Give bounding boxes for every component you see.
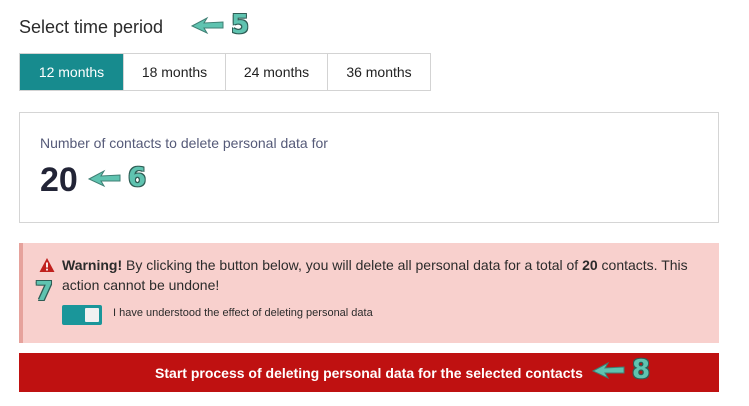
callout-6: 6: [86, 163, 146, 193]
callout-5: 5: [189, 10, 249, 40]
arrow-left-icon: [87, 169, 121, 188]
contacts-card: Number of contacts to delete personal da…: [19, 112, 719, 223]
callout-number: 7: [35, 277, 54, 307]
arrow-left-icon: [190, 16, 224, 35]
section-title: Select time period: [19, 17, 164, 37]
contacts-count: 20: [40, 161, 78, 199]
toggle-label: I have understood the effect of deleting…: [113, 307, 373, 319]
warning-count: 20: [582, 257, 598, 273]
warning-triangle-icon: [39, 258, 55, 272]
callout-number: 6: [128, 163, 147, 193]
tab-18-months[interactable]: 18 months: [123, 54, 225, 90]
start-delete-button-label: Start process of deleting personal data …: [155, 365, 583, 381]
toggle-knob: [85, 308, 99, 322]
callout-7: 7: [35, 277, 53, 307]
callout-number: 8: [632, 355, 651, 385]
warning-text: Warning! By clicking the button below, y…: [62, 255, 702, 295]
page: Select time period 5 12 months 18 months…: [0, 0, 749, 406]
warning-box: Warning! By clicking the button below, y…: [19, 243, 719, 343]
tab-24-months[interactable]: 24 months: [225, 54, 327, 90]
arrow-left-icon: [591, 361, 625, 380]
warning-text-part: By clicking the button below, you will d…: [122, 257, 583, 273]
callout-8: 8: [590, 355, 650, 385]
warning-strong: Warning!: [62, 257, 123, 273]
tab-12-months[interactable]: 12 months: [20, 54, 123, 90]
contacts-label: Number of contacts to delete personal da…: [40, 135, 328, 151]
callout-number: 5: [231, 10, 250, 40]
understood-toggle[interactable]: [62, 305, 102, 325]
tab-36-months[interactable]: 36 months: [327, 54, 430, 90]
time-period-tabs: 12 months 18 months 24 months 36 months: [19, 53, 431, 91]
